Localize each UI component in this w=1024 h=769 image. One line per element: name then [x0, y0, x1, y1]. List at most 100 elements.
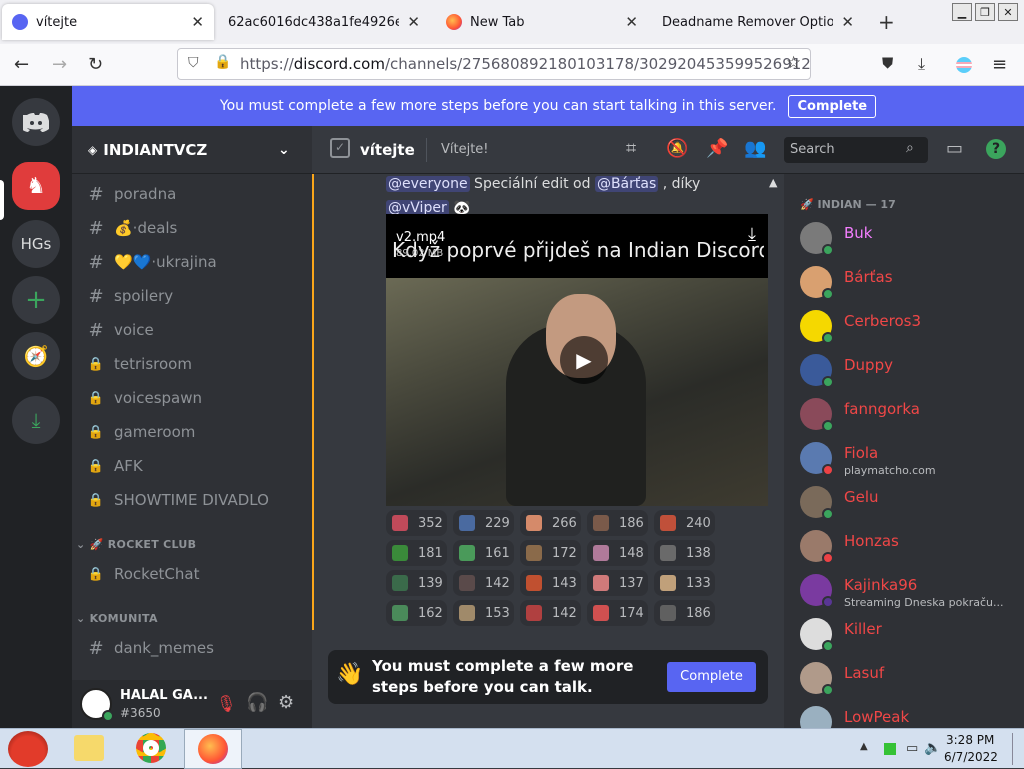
server-hgs[interactable]: HGs	[12, 220, 60, 268]
shield-icon[interactable]: ⛉	[188, 55, 199, 71]
tab-deadname-options[interactable]: Deadname Remover Options ✕	[652, 4, 864, 40]
member-list-icon[interactable]: 👥	[744, 138, 766, 159]
channel-poradna[interactable]: # poradna	[86, 179, 304, 209]
mention-bartas[interactable]: @Bárťas	[594, 176, 659, 192]
member-row[interactable]: Cerberos3	[800, 306, 1020, 350]
member-row[interactable]: Buk	[800, 218, 1020, 262]
member-row[interactable]: Fiola playmatcho.com	[800, 438, 1020, 482]
url-bar[interactable]: ⛉ 🔒 https://discord.com/channels/2756808…	[177, 48, 811, 80]
restore-button[interactable]: ❐	[975, 3, 995, 21]
category-rocket-club[interactable]: ⌄ 🚀 ROCKET CLUB	[76, 538, 196, 551]
reload-icon[interactable]: ↻	[88, 54, 103, 75]
chevron-down-icon[interactable]: ⌄	[278, 142, 290, 158]
reaction-button[interactable]: 240	[654, 510, 715, 536]
play-icon[interactable]: ▶	[560, 336, 608, 384]
clock-date[interactable]: 6/7/2022	[944, 750, 998, 764]
bookmark-star-icon[interactable]: ☆	[786, 53, 801, 73]
mention-everyone[interactable]: @everyone	[386, 176, 470, 192]
member-row[interactable]: Kajinka96 Streaming Dneska pokraču...	[800, 570, 1020, 614]
reaction-button[interactable]: 139	[386, 570, 447, 596]
search-icon[interactable]: ⌕	[906, 140, 914, 156]
reaction-button[interactable]: 142	[453, 570, 514, 596]
member-row[interactable]: Bárťas	[800, 262, 1020, 306]
reaction-button[interactable]: 174	[587, 600, 648, 626]
inbox-icon[interactable]: ▭	[946, 138, 963, 159]
user-name[interactable]: HALAL GA...	[120, 688, 208, 703]
complete-button[interactable]: Complete	[667, 662, 756, 692]
reaction-button[interactable]: 161	[453, 540, 514, 566]
url-text[interactable]: https://discord.com/channels/27568089218…	[240, 55, 811, 73]
tray-volume-icon[interactable]: 🔈	[924, 740, 941, 756]
minimize-button[interactable]: ▁	[952, 3, 972, 21]
banner-complete-button[interactable]: Complete	[788, 94, 877, 118]
reaction-button[interactable]: 266	[520, 510, 581, 536]
tray-expand-icon[interactable]: ▲	[860, 741, 868, 752]
server-indiantvcz-icon[interactable]: ♞	[12, 162, 60, 210]
reaction-button[interactable]: 229	[453, 510, 514, 536]
server-header[interactable]: ◈ INDIANTVCZ ⌄	[72, 126, 312, 174]
lock-icon[interactable]: 🔒	[214, 54, 231, 70]
menu-icon[interactable]: ≡	[992, 54, 1007, 75]
reaction-button[interactable]: 162	[386, 600, 447, 626]
member-row[interactable]: Honzas	[800, 526, 1020, 570]
channel-deals[interactable]: # 💰·deals	[86, 213, 304, 243]
member-row[interactable]: LowPeak	[800, 702, 1020, 728]
file-explorer-icon[interactable]	[74, 735, 104, 761]
back-icon[interactable]: ←	[14, 54, 29, 75]
downloads-icon[interactable]: ⤓	[918, 54, 925, 74]
headphones-icon[interactable]: 🎧	[246, 692, 268, 713]
channel-dank-memes[interactable]: # dank_memes	[86, 633, 304, 663]
tab-vitejte[interactable]: vítejte ✕	[2, 4, 214, 40]
channel-ukrajina[interactable]: # 💛💙·ukrajina	[86, 247, 304, 277]
download-apps-icon[interactable]: ⤓	[12, 396, 60, 444]
reaction-button[interactable]: 153	[453, 600, 514, 626]
reaction-button[interactable]: 138	[654, 540, 715, 566]
threads-icon[interactable]: ⌗	[626, 138, 636, 159]
channel-showtime-divadlo[interactable]: 🔒 SHOWTIME DIVADLO	[86, 485, 304, 515]
tray-network-icon[interactable]: ▭	[906, 741, 918, 756]
settings-gear-icon[interactable]: ⚙	[278, 692, 294, 713]
member-row[interactable]: Killer	[800, 614, 1020, 658]
reaction-button[interactable]: 137	[587, 570, 648, 596]
channel-afk[interactable]: 🔒 AFK	[86, 451, 304, 481]
close-window-button[interactable]: ✕	[998, 3, 1018, 21]
download-icon[interactable]: ⤓	[748, 224, 756, 245]
channel-voicespawn[interactable]: 🔒 voicespawn	[86, 383, 304, 413]
forward-icon[interactable]: →	[52, 54, 67, 75]
reaction-button[interactable]: 172	[520, 540, 581, 566]
channel-topic[interactable]: Vítejte!	[441, 142, 489, 157]
start-angry-bird-icon[interactable]	[8, 731, 48, 767]
channel-tetrisroom[interactable]: 🔒 tetrisroom	[86, 349, 304, 379]
new-tab-button[interactable]: +	[878, 10, 895, 34]
scroll-up-icon[interactable]: ▲	[769, 176, 777, 189]
reaction-button[interactable]: 143	[520, 570, 581, 596]
member-row[interactable]: Duppy	[800, 350, 1020, 394]
channel-rocketchat[interactable]: 🔒 RocketChat	[86, 559, 304, 589]
close-tab-icon[interactable]: ✕	[625, 13, 638, 31]
close-tab-icon[interactable]: ✕	[841, 13, 854, 31]
notification-bell-icon[interactable]: 🔕	[666, 138, 688, 159]
extension-icon[interactable]	[956, 57, 972, 73]
explore-servers-icon[interactable]: 🧭	[12, 332, 60, 380]
chrome-icon[interactable]	[136, 733, 166, 763]
member-row[interactable]: fanngorka	[800, 394, 1020, 438]
tab-new-tab[interactable]: New Tab ✕	[436, 4, 648, 40]
channel-spoilery[interactable]: # spoilery	[86, 281, 304, 311]
reaction-button[interactable]: 133	[654, 570, 715, 596]
channel-voice[interactable]: # voice	[86, 315, 304, 345]
video-attachment[interactable]: Když poprvé přijdeš na Indian Discord: v…	[386, 214, 768, 506]
reaction-button[interactable]: 142	[520, 600, 581, 626]
pinned-messages-icon[interactable]: 📌	[706, 138, 728, 159]
channel-gameroom[interactable]: 🔒 gameroom	[86, 417, 304, 447]
tray-battery-icon[interactable]	[884, 743, 896, 755]
add-server-icon[interactable]: +	[12, 276, 60, 324]
clock-time[interactable]: 3:28 PM	[946, 733, 994, 747]
close-tab-icon[interactable]: ✕	[191, 13, 204, 31]
search-input[interactable]: Search ⌕	[784, 137, 928, 163]
help-icon[interactable]: ?	[986, 139, 1006, 159]
tab-hash[interactable]: 62ac6016dc438a1fe4926ed43d ✕	[218, 4, 430, 40]
member-row[interactable]: Gelu	[800, 482, 1020, 526]
video-filename[interactable]: v2.mp4	[396, 230, 445, 245]
reaction-button[interactable]: 148	[587, 540, 648, 566]
discord-home-icon[interactable]	[12, 98, 60, 146]
